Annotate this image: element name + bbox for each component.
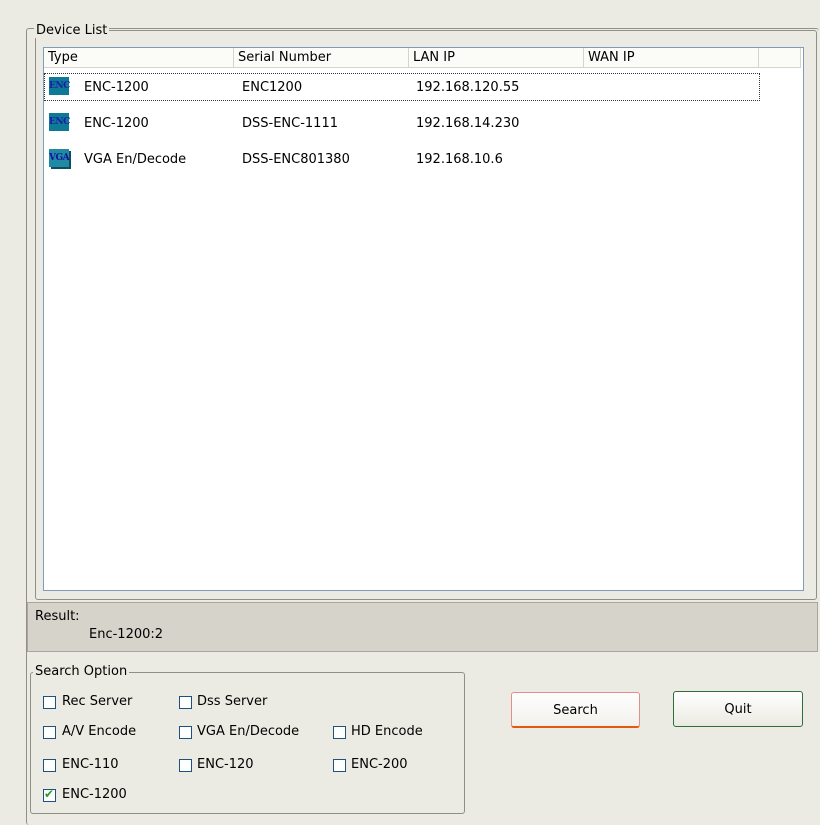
enc-120-label[interactable]: ENC-120	[197, 757, 254, 772]
column-header-lan-ip[interactable]: LAN IP	[409, 48, 584, 68]
quit-button[interactable]: Quit	[673, 691, 803, 727]
device-serial: ENC1200	[242, 80, 303, 95]
dss-server-label[interactable]: Dss Server	[197, 694, 267, 709]
enc-200-checkbox[interactable]	[333, 759, 346, 772]
device-lan-ip: 192.168.120.55	[416, 80, 520, 95]
device-serial: DSS-ENC-1111	[242, 116, 338, 131]
device-serial: DSS-ENC801380	[242, 152, 350, 167]
result-label: Result:	[35, 609, 80, 624]
encoder-device-icon: ENC	[49, 77, 70, 95]
vga-endecode-checkbox[interactable]	[179, 726, 192, 739]
enc-1200-label[interactable]: ENC-1200	[62, 787, 127, 802]
enc-110-checkbox[interactable]	[43, 759, 56, 772]
device-list-view[interactable]: Type Serial Number LAN IP WAN IP ENC ENC…	[43, 47, 804, 591]
vga-endecode-label[interactable]: VGA En/Decode	[197, 724, 299, 739]
enc-120-checkbox[interactable]	[179, 759, 192, 772]
search-option-title: Search Option	[33, 664, 130, 679]
device-row[interactable]: VGA VGA En/Decode DSS-ENC801380 192.168.…	[44, 145, 760, 173]
enc-110-label[interactable]: ENC-110	[62, 757, 119, 772]
device-type: VGA En/Decode	[84, 152, 187, 167]
device-row[interactable]: ENC ENC-1200 DSS-ENC-1111 192.168.14.230	[44, 109, 760, 137]
device-type: ENC-1200	[84, 116, 149, 131]
av-encode-checkbox[interactable]	[43, 726, 56, 739]
enc-200-label[interactable]: ENC-200	[351, 757, 408, 772]
result-value: Enc-1200:2	[89, 627, 164, 642]
rec-server-label[interactable]: Rec Server	[62, 694, 132, 709]
vga-device-icon: VGA	[49, 149, 70, 167]
device-lan-ip: 192.168.10.6	[416, 152, 503, 167]
rec-server-checkbox[interactable]	[43, 696, 56, 709]
column-header-type[interactable]: Type	[44, 48, 234, 68]
encoder-device-icon: ENC	[49, 113, 70, 131]
column-header-serial-number[interactable]: Serial Number	[234, 48, 409, 68]
device-row[interactable]: ENC ENC-1200 ENC1200 192.168.120.55	[44, 73, 760, 101]
result-panel: Result: Enc-1200:2	[27, 602, 818, 652]
av-encode-label[interactable]: A/V Encode	[62, 724, 136, 739]
column-header-blank	[759, 48, 801, 68]
device-type: ENC-1200	[84, 80, 149, 95]
device-lan-ip: 192.168.14.230	[416, 116, 520, 131]
dss-server-checkbox[interactable]	[179, 696, 192, 709]
device-list-title: Device List	[34, 23, 110, 38]
column-header-wan-ip[interactable]: WAN IP	[584, 48, 759, 68]
search-button[interactable]: Search	[511, 692, 640, 728]
enc-1200-checkbox[interactable]	[43, 787, 56, 802]
hd-encode-checkbox[interactable]	[333, 726, 346, 739]
hd-encode-label[interactable]: HD Encode	[351, 724, 423, 739]
